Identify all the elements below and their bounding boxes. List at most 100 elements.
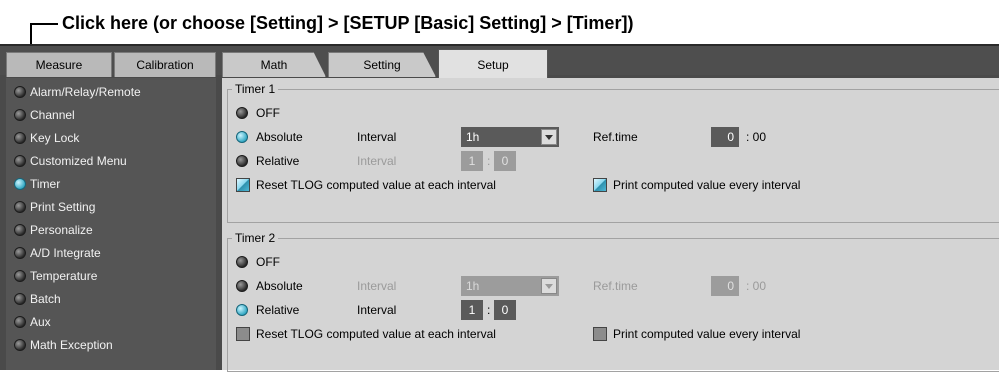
selected-led-icon	[14, 178, 26, 190]
colon-separator: :	[487, 154, 491, 168]
timer2-absolute-label: Absolute	[256, 279, 303, 293]
sidebar-item-label: Channel	[30, 108, 75, 122]
timer1-print-label: Print computed value every interval	[613, 178, 801, 192]
timer2-reftime-hour[interactable]: 0	[711, 276, 739, 296]
timer1-absolute-label: Absolute	[256, 130, 303, 144]
timer2-group: Timer 2 OFF Absolute Interval 1h Ref.tim…	[227, 231, 999, 372]
sidebar-item-key-lock[interactable]: Key Lock	[14, 128, 79, 148]
timer1-reftime-minutes: : 00	[746, 130, 767, 144]
colon-separator: :	[487, 303, 491, 317]
status-led-icon	[14, 132, 26, 144]
timer2-print-label: Print computed value every interval	[613, 327, 801, 341]
radio-icon	[236, 155, 248, 167]
timer1-rel-hour[interactable]: 1	[461, 151, 483, 171]
timer1-title: Timer 1	[232, 82, 279, 96]
timer1-interval-dropdown[interactable]: 1h	[461, 127, 559, 147]
sidebar-item-batch[interactable]: Batch	[14, 289, 61, 309]
checkbox-checked-icon	[236, 178, 250, 192]
sidebar-menu: Alarm/Relay/Remote Channel Key Lock Cust…	[6, 78, 216, 370]
status-led-icon	[14, 247, 26, 259]
timer1-print-checkbox[interactable]: Print computed value every interval	[593, 174, 800, 196]
sidebar-item-timer[interactable]: Timer	[14, 174, 60, 194]
timer1-group: Timer 1 OFF Absolute Interval 1h Ref.tim…	[227, 82, 999, 223]
instruction-annotation: Click here (or choose [Setting] > [SETUP…	[62, 13, 634, 33]
timer1-rel-min[interactable]: 0	[494, 151, 516, 171]
sidebar-item-label: Math Exception	[30, 338, 113, 352]
timer1-rel-interval-label: Interval	[357, 154, 397, 168]
status-led-icon	[14, 316, 26, 328]
chevron-down-icon[interactable]	[541, 129, 557, 145]
timer2-interval-dropdown[interactable]: 1h	[461, 276, 559, 296]
timer2-rel-min[interactable]: 0	[494, 300, 516, 320]
status-led-icon	[14, 270, 26, 282]
radio-icon	[236, 256, 248, 268]
status-led-icon	[14, 86, 26, 98]
sidebar-item-label: Key Lock	[30, 131, 80, 145]
timer-settings-panel: Timer 1 OFF Absolute Interval 1h Ref.tim…	[222, 78, 999, 372]
leader-line-horizontal	[30, 23, 58, 25]
checkbox-unchecked-icon	[236, 327, 250, 341]
tab-setup[interactable]: Setup	[438, 49, 548, 79]
timer2-interval-value: 1h	[466, 279, 480, 293]
timer2-rel-hour[interactable]: 1	[461, 300, 483, 320]
tab-measure[interactable]: Measure	[6, 52, 112, 77]
status-led-icon	[14, 109, 26, 121]
timer2-reset-checkbox[interactable]: Reset TLOG computed value at each interv…	[236, 323, 496, 345]
status-led-icon	[14, 201, 26, 213]
timer2-abs-interval-label: Interval	[357, 279, 397, 293]
timer2-absolute-radio[interactable]: Absolute	[236, 275, 303, 297]
sidebar-item-aux[interactable]: Aux	[14, 312, 51, 332]
timer2-reftime-minutes: : 00	[746, 279, 767, 293]
timer2-off-radio[interactable]: OFF	[236, 251, 280, 273]
timer2-relative-radio[interactable]: Relative	[236, 299, 299, 321]
timer1-reftime-label: Ref.time	[593, 130, 638, 144]
timer1-abs-interval-label: Interval	[357, 130, 397, 144]
tab-setting[interactable]: Setting	[328, 52, 436, 77]
timer2-rel-interval-label: Interval	[357, 303, 397, 317]
checkbox-checked-icon	[593, 178, 607, 192]
chevron-down-icon[interactable]	[541, 278, 557, 294]
radio-icon	[236, 107, 248, 119]
sidebar-item-label: Personalize	[30, 223, 93, 237]
timer1-reset-checkbox[interactable]: Reset TLOG computed value at each interv…	[236, 174, 496, 196]
timer1-off-radio[interactable]: OFF	[236, 102, 280, 124]
sidebar-item-alarm-relay-remote[interactable]: Alarm/Relay/Remote	[14, 82, 141, 102]
tab-math[interactable]: Math	[222, 52, 326, 77]
checkbox-unchecked-icon	[593, 327, 607, 341]
status-led-icon	[14, 155, 26, 167]
timer1-reset-label: Reset TLOG computed value at each interv…	[256, 178, 496, 192]
sidebar-item-label: Aux	[30, 315, 51, 329]
timer2-print-checkbox[interactable]: Print computed value every interval	[593, 323, 800, 345]
sidebar-item-label: Batch	[30, 292, 61, 306]
sidebar-item-personalize[interactable]: Personalize	[14, 220, 93, 240]
sidebar-item-label: Timer	[30, 177, 61, 191]
timer1-absolute-radio[interactable]: Absolute	[236, 126, 303, 148]
sidebar-item-label: Temperature	[30, 269, 98, 283]
sidebar-item-label: Print Setting	[30, 200, 96, 214]
tab-bar: Measure Calibration Math Setting Setup	[0, 44, 999, 79]
timer1-interval-value: 1h	[466, 130, 480, 144]
timer1-off-label: OFF	[256, 106, 280, 120]
timer2-off-label: OFF	[256, 255, 280, 269]
radio-selected-icon	[236, 304, 248, 316]
sidebar-item-print-setting[interactable]: Print Setting	[14, 197, 95, 217]
radio-icon	[236, 280, 248, 292]
sidebar-item-channel[interactable]: Channel	[14, 105, 75, 125]
timer1-relative-label: Relative	[256, 154, 300, 168]
timer2-reftime-label: Ref.time	[593, 279, 638, 293]
timer1-reftime-hour[interactable]: 0	[711, 127, 739, 147]
status-led-icon	[14, 339, 26, 351]
sidebar-item-ad-integrate[interactable]: A/D Integrate	[14, 243, 101, 263]
status-led-icon	[14, 293, 26, 305]
sidebar-item-label: Alarm/Relay/Remote	[30, 85, 141, 99]
sidebar-item-temperature[interactable]: Temperature	[14, 266, 97, 286]
app-window: Measure Calibration Math Setting Setup A…	[0, 44, 999, 372]
sidebar-item-math-exception[interactable]: Math Exception	[14, 335, 113, 355]
tab-calibration[interactable]: Calibration	[114, 52, 216, 77]
timer2-title: Timer 2	[232, 231, 279, 245]
timer1-relative-radio[interactable]: Relative	[236, 150, 299, 172]
sidebar-item-label: A/D Integrate	[30, 246, 101, 260]
timer2-reset-label: Reset TLOG computed value at each interv…	[256, 327, 496, 341]
sidebar-item-customized-menu[interactable]: Customized Menu	[14, 151, 127, 171]
timer2-relative-label: Relative	[256, 303, 300, 317]
